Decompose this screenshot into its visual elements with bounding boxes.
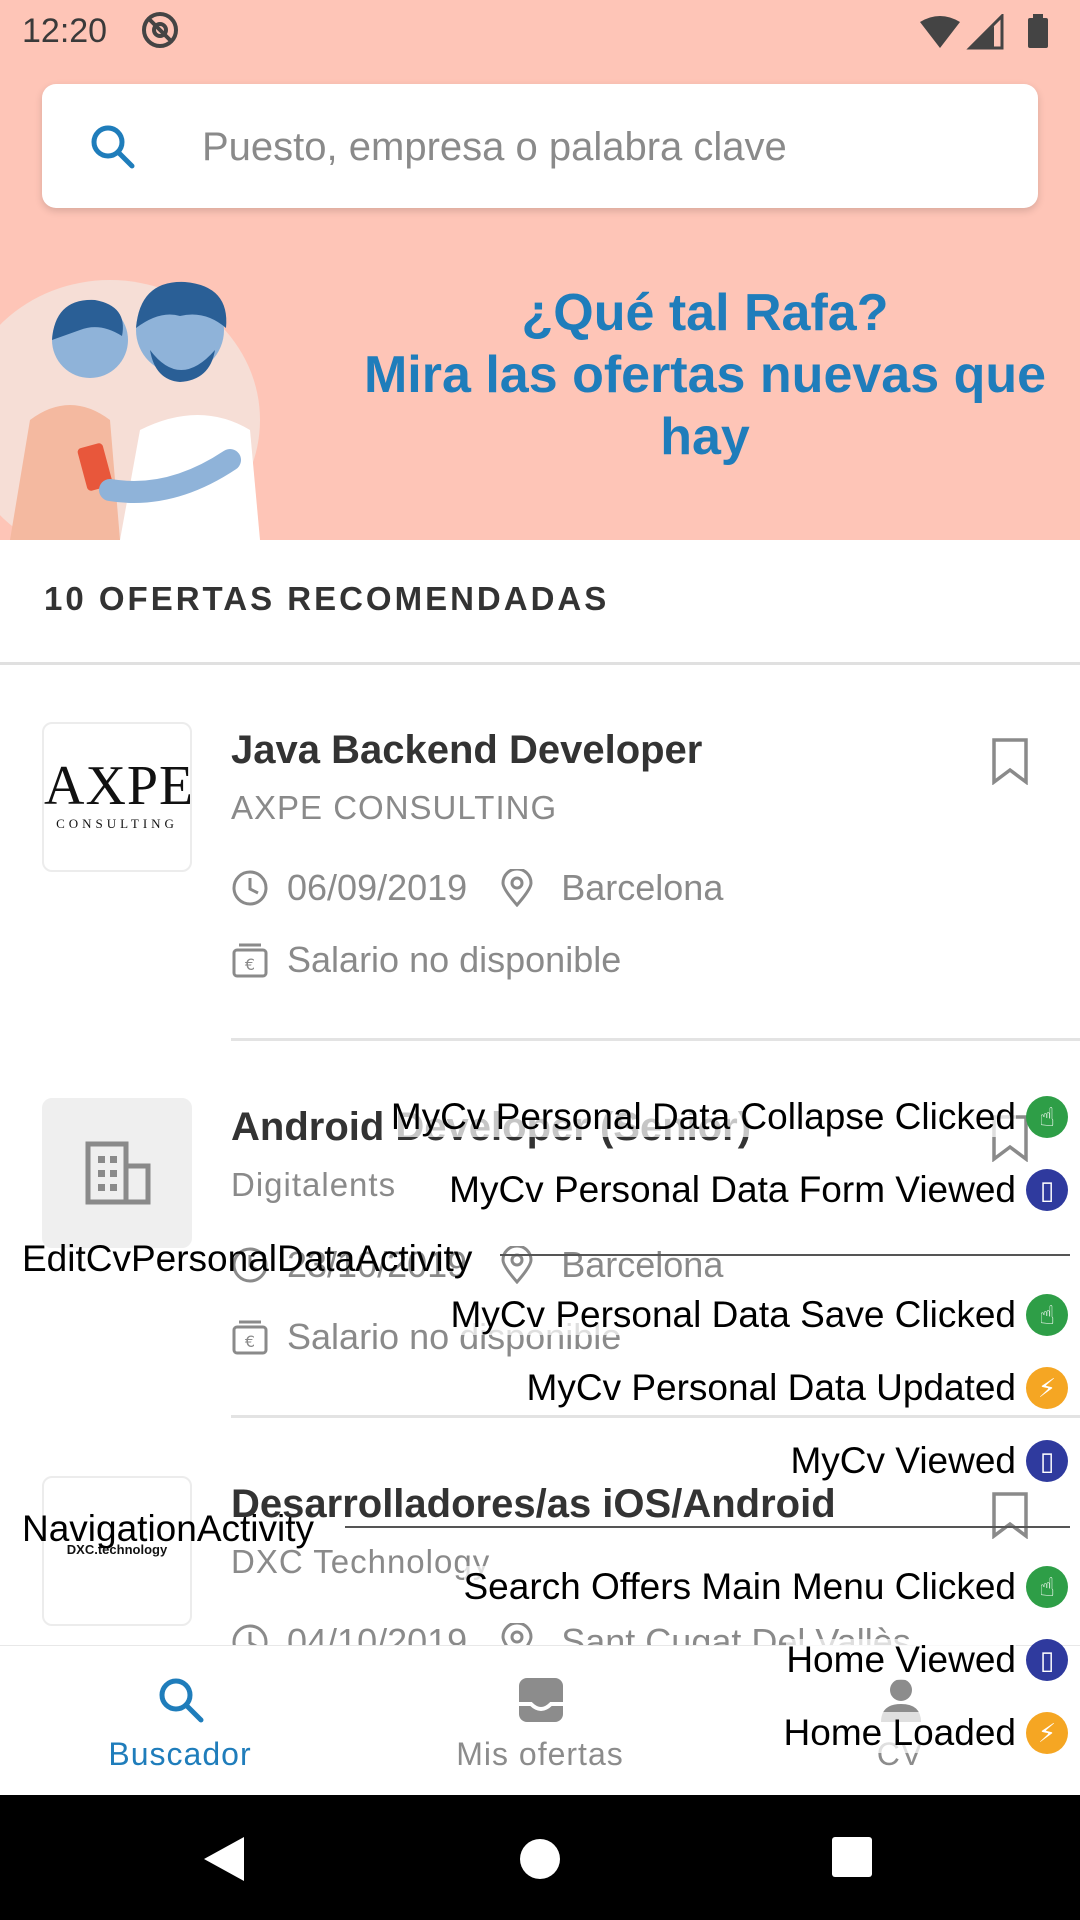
- phone-icon: ▯: [1026, 1169, 1068, 1212]
- bookmark-icon[interactable]: [990, 1491, 1030, 1539]
- overlay-event: Home Viewed ▯: [786, 1637, 1068, 1687]
- offer-meta-row: 06/09/2019 Barcelona: [231, 865, 723, 909]
- overlay-event-text: MyCv Personal Data Save Clicked: [450, 1294, 1016, 1336]
- wifi-icon: [920, 16, 960, 48]
- people-illustration: [0, 280, 260, 540]
- section-title: 10 OFERTAS RECOMENDADAS: [44, 580, 610, 617]
- offer-company: Digitalents: [231, 1166, 397, 1203]
- nav-label: Mis ofertas: [456, 1736, 624, 1772]
- offer-date: 04/10/2019: [287, 1621, 468, 1645]
- nav-label: Buscador: [108, 1736, 252, 1772]
- overlay-event-text: Home Viewed: [786, 1639, 1016, 1681]
- search-bar[interactable]: [42, 84, 1038, 208]
- location-pin-icon: [501, 1622, 533, 1645]
- greeting-line-1: ¿Qué tal Rafa?: [521, 284, 889, 342]
- offer-company: AXPE CONSULTING: [231, 789, 558, 826]
- overlay-event-text: MyCv Viewed: [790, 1440, 1016, 1482]
- offer-salary-row: € Salario no disponible: [231, 937, 621, 981]
- clock-icon: [232, 1624, 268, 1645]
- overlay-event: MyCv Personal Data Updated ⚡: [526, 1365, 1068, 1415]
- search-input[interactable]: [200, 114, 1004, 180]
- click-icon: ☝: [1026, 1566, 1068, 1609]
- click-icon: ☝: [1026, 1294, 1068, 1337]
- recommended-header: 10 OFERTAS RECOMENDADAS: [0, 540, 1080, 665]
- overlay-event-text: Search Offers Main Menu Clicked: [463, 1566, 1016, 1608]
- inbox-icon: [519, 1678, 563, 1722]
- offer-location: Barcelona: [561, 867, 724, 909]
- overlay-event-text: MyCv Personal Data Updated: [526, 1367, 1016, 1409]
- overlay-event-text: MyCv Personal Data Form Viewed: [449, 1169, 1016, 1211]
- company-logo: AXPE CONSULTING: [42, 722, 192, 872]
- overlay-event: MyCv Viewed ▯: [790, 1438, 1068, 1488]
- system-navigation-bar: [0, 1795, 1080, 1920]
- offer-salary: Salario no disponible: [287, 939, 622, 981]
- overlay-event-text: MyCv Personal Data Collapse Clicked: [390, 1096, 1016, 1138]
- offer-location: Barcelona: [561, 1244, 724, 1286]
- status-bar: 12:20: [0, 0, 1080, 64]
- logo-text: AXPE: [44, 755, 192, 817]
- overlay-event: MyCv Personal Data Save Clicked ☝: [450, 1292, 1068, 1342]
- battery-icon: [1028, 18, 1048, 48]
- divider: [231, 1415, 1080, 1418]
- overlay-event: Search Offers Main Menu Clicked ☝: [463, 1564, 1068, 1614]
- phone-icon: ▯: [1026, 1440, 1068, 1483]
- wallet-euro-icon: €: [232, 943, 268, 978]
- company-logo-placeholder: [42, 1098, 192, 1248]
- greeting-line-2: Mira las ofertas nuevas que hay: [363, 346, 1047, 466]
- bookmark-icon[interactable]: [990, 737, 1030, 785]
- status-time: 12:20: [22, 12, 108, 50]
- lightning-icon: ⚡: [1026, 1712, 1068, 1755]
- offer-title: Desarrolladores/as iOS/Android: [231, 1482, 836, 1526]
- svg-text:€: €: [245, 1332, 255, 1351]
- lightning-icon: ⚡: [1026, 1367, 1068, 1410]
- logo-subtext: CONSULTING: [56, 816, 178, 831]
- overlay-event: MyCv Personal Data Collapse Clicked ☝: [390, 1094, 1068, 1144]
- svg-text:€: €: [245, 955, 255, 974]
- offer-list[interactable]: AXPE CONSULTING Java Backend Developer A…: [0, 665, 1080, 1645]
- click-icon: ☝: [1026, 1096, 1068, 1139]
- nav-mis-ofertas[interactable]: Mis ofertas: [360, 1646, 720, 1796]
- overlay-event-text: Home Loaded: [783, 1712, 1016, 1754]
- overlay-event: Home Loaded ⚡: [783, 1710, 1068, 1760]
- nav-buscador[interactable]: Buscador: [0, 1646, 360, 1796]
- offer-card[interactable]: AXPE CONSULTING Java Backend Developer A…: [0, 665, 1080, 1042]
- hero-banner: ¿Qué tal Rafa? Mira las ofertas nuevas q…: [0, 0, 1080, 540]
- status-icons: [920, 14, 1048, 50]
- overlay-divider: [500, 1254, 1070, 1256]
- clock-icon: [232, 870, 268, 906]
- overlay-divider: [345, 1526, 1070, 1528]
- location-pin-icon: [501, 1245, 533, 1285]
- offer-title: Java Backend Developer: [231, 728, 703, 772]
- search-icon: [159, 1678, 204, 1723]
- back-icon[interactable]: [202, 1835, 246, 1883]
- search-icon: [91, 125, 135, 169]
- company-logo: DXC.technology: [42, 1476, 192, 1626]
- home-icon[interactable]: [518, 1837, 562, 1881]
- location-pin-icon: [501, 868, 533, 908]
- phone-icon: ▯: [1026, 1639, 1068, 1682]
- building-icon: [85, 1141, 151, 1205]
- divider: [231, 1038, 1080, 1041]
- recents-icon[interactable]: [832, 1837, 872, 1877]
- overlay-event: MyCv Personal Data Form Viewed ▯: [449, 1167, 1068, 1217]
- offer-date: 06/09/2019: [287, 867, 468, 909]
- at-sign-icon: [142, 12, 178, 48]
- overlay-activity-label: EditCvPersonalDataActivity: [22, 1238, 473, 1279]
- greeting-text: ¿Qué tal Rafa? Mira las ofertas nuevas q…: [350, 282, 1060, 468]
- overlay-activity-label: NavigationActivity: [22, 1508, 315, 1549]
- wallet-euro-icon: €: [232, 1320, 268, 1355]
